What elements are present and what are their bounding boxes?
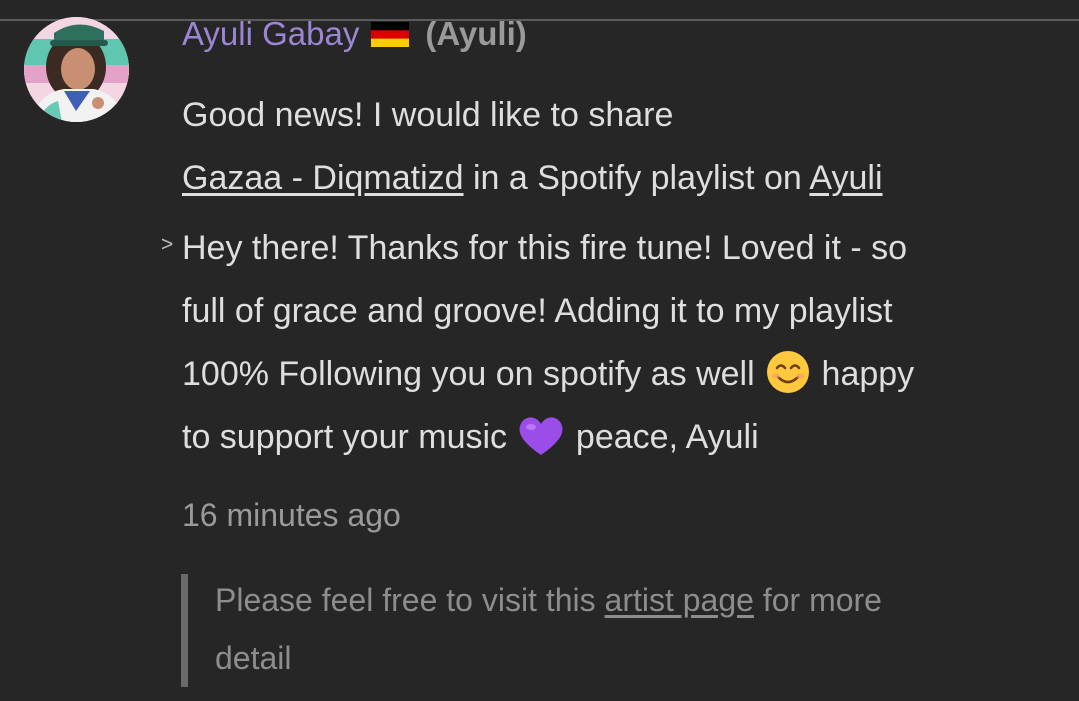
note-border xyxy=(181,574,188,687)
quote-line-2: full of grace and groove! Adding it to m… xyxy=(182,292,893,330)
note-line-2: detail xyxy=(215,640,292,676)
intro-line-2: Gazaa - Diqmatizd in a Spotify playlist … xyxy=(182,147,883,210)
quote-marker-icon: > xyxy=(161,233,174,256)
quote-line-4: to support your music peace, Ayuli xyxy=(182,406,914,469)
note-text: for more xyxy=(753,582,882,618)
comment-card: Ayuli Gabay (Ayuli) Good news! I would l… xyxy=(0,0,1079,701)
quoted-message: Hey there! Thanks for this fire tune! Lo… xyxy=(182,217,914,469)
timestamp: 16 minutes ago xyxy=(182,497,401,533)
comment-header: Ayuli Gabay (Ayuli) xyxy=(182,14,527,54)
avatar-image xyxy=(24,17,129,122)
comment-intro: Good news! I would like to share Gazaa -… xyxy=(182,84,883,210)
quote-text: 100% Following you on spotify as well xyxy=(182,355,765,393)
track-link[interactable]: Gazaa - Diqmatizd xyxy=(182,159,464,197)
purple-heart-icon xyxy=(520,417,563,455)
author-name-link[interactable]: Ayuli Gabay xyxy=(182,15,359,53)
divider xyxy=(0,19,1079,21)
playlist-link[interactable]: Ayuli xyxy=(809,159,882,197)
note-line-1: Please feel free to visit this artist pa… xyxy=(215,571,882,629)
smiling-face-icon xyxy=(767,351,810,393)
quote-text: peace, Ayuli xyxy=(566,418,759,456)
artist-note: Please feel free to visit this artist pa… xyxy=(215,571,882,687)
intro-line-1: Good news! I would like to share xyxy=(182,96,674,134)
quote-line-1: Hey there! Thanks for this fire tune! Lo… xyxy=(182,229,908,267)
germany-flag-icon xyxy=(371,21,410,47)
quote-line-3: 100% Following you on spotify as well ha… xyxy=(182,343,914,406)
note-text: Please feel free to visit this xyxy=(215,582,605,618)
quote-text: happy xyxy=(812,355,915,393)
artist-page-link[interactable]: artist page xyxy=(605,582,754,618)
username: (Ayuli) xyxy=(425,15,527,52)
quote-text: to support your music xyxy=(182,418,517,456)
avatar[interactable] xyxy=(24,17,129,122)
intro-text: in a Spotify playlist on xyxy=(463,159,810,197)
